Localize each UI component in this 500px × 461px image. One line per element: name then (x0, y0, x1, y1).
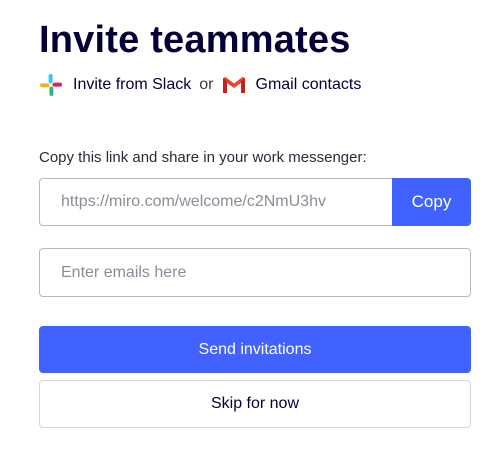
gmail-icon (222, 73, 246, 97)
slack-icon (39, 73, 63, 97)
share-link-instruction: Copy this link and share in your work me… (39, 149, 367, 166)
share-link-row: Copy (39, 178, 471, 226)
gmail-link-label: Gmail contacts (255, 76, 362, 93)
page-title: Invite teammates (39, 19, 351, 61)
share-link-field[interactable] (39, 178, 392, 226)
gmail-contacts-link[interactable]: Gmail contacts (222, 73, 362, 97)
invite-from-slack-link[interactable]: Invite from Slack (39, 73, 191, 97)
or-separator: or (199, 76, 214, 93)
emails-input[interactable] (39, 248, 471, 297)
send-invitations-button[interactable]: Send invitations (39, 326, 471, 373)
copy-link-button[interactable]: Copy (392, 178, 471, 226)
invite-sources: Invite from Slack or Gmail contacts (39, 73, 361, 97)
skip-for-now-button[interactable]: Skip for now (39, 380, 471, 428)
slack-link-label: Invite from Slack (73, 76, 192, 93)
